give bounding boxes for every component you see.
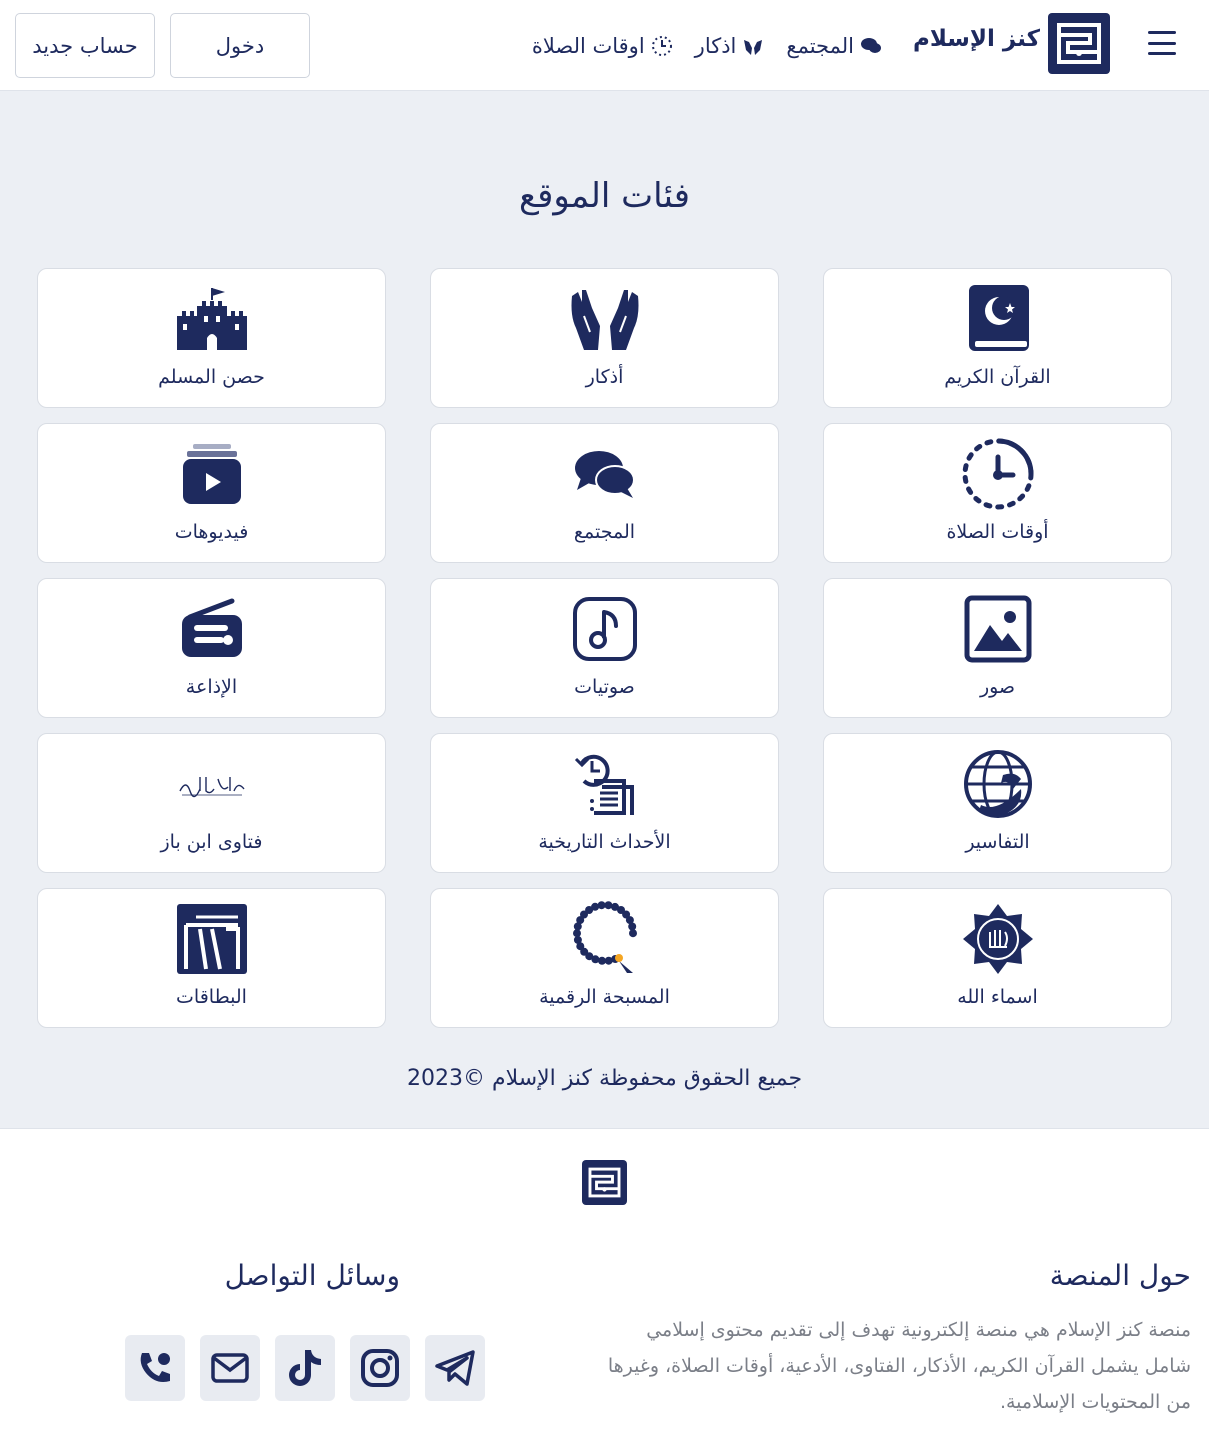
bead (590, 955, 599, 964)
category-card-radio[interactable]: الإذاعة (37, 578, 386, 718)
register-button[interactable]: حساب جديد (15, 13, 155, 78)
category-label: الأحداث التاريخية (538, 831, 671, 853)
nav-prayer-times-label: اوقات الصلاة (531, 34, 645, 58)
telegram-link[interactable] (425, 1335, 485, 1401)
site-logo-text[interactable]: كنز الإسلام (880, 26, 1040, 52)
nav-adhkar-label: اذكار (694, 34, 737, 58)
category-card-prayer-times[interactable]: أوقات الصلاة (823, 423, 1172, 563)
music-note-icon (567, 591, 643, 667)
category-label: حصن المسلم (158, 366, 265, 388)
hamburger-menu-icon[interactable] (1146, 28, 1178, 58)
phone-link[interactable] (125, 1335, 185, 1401)
category-card-allah-names[interactable]: اسماء الله (823, 888, 1172, 1028)
video-library-icon (174, 436, 250, 512)
history-list-icon (567, 746, 643, 822)
nav-community-label: المجتمع (786, 34, 854, 58)
category-label: اسماء الله (957, 986, 1038, 1008)
prayer-clock-icon (960, 436, 1036, 512)
category-label: صور (979, 676, 1016, 698)
category-label: البطاقات (176, 986, 247, 1008)
section-title: فئات الموقع (518, 176, 691, 216)
category-card-tasbeeh[interactable]: المسبحة الرقمية (430, 888, 779, 1028)
email-icon (211, 1353, 249, 1383)
top-navbar: كنز الإسلام المجتمع اذكار اوقات الصلاة د… (0, 0, 1209, 91)
category-card-images[interactable]: صور (823, 578, 1172, 718)
category-card-hisn[interactable]: حصن المسلم (37, 268, 386, 408)
tiktok-link[interactable] (275, 1335, 335, 1401)
telegram-icon (435, 1350, 475, 1386)
cards-icon (174, 901, 250, 977)
bead (573, 922, 582, 931)
instagram-icon (361, 1349, 399, 1387)
ibn-baz-calligraphy-icon (174, 746, 250, 822)
instagram-link[interactable] (350, 1335, 410, 1401)
praying-hands-icon (744, 40, 763, 55)
about-title: حول المنصة (1049, 1259, 1191, 1292)
nav-community[interactable]: المجتمع (786, 34, 882, 58)
email-link[interactable] (200, 1335, 260, 1401)
category-label: فتاوى ابن باز (160, 831, 263, 853)
category-label: صوتيات (574, 676, 635, 698)
chat-icon (861, 38, 881, 53)
image-icon (960, 591, 1036, 667)
clock-icon (651, 36, 672, 56)
bead (603, 901, 612, 910)
category-label: التفاسير (965, 831, 1030, 853)
category-label: الإذاعة (185, 676, 238, 698)
category-card-community[interactable]: المجتمع (430, 423, 779, 563)
login-button[interactable]: دخول (170, 13, 310, 78)
category-card-tafsir[interactable]: التفاسير (823, 733, 1172, 873)
footer-logo-icon[interactable] (582, 1160, 627, 1205)
category-card-videos[interactable]: فيديوهات (37, 423, 386, 563)
quran-book-icon (960, 281, 1036, 357)
nav-adhkar[interactable]: اذكار (695, 34, 765, 58)
main-nav: المجتمع اذكار اوقات الصلاة (470, 30, 882, 62)
bead (572, 929, 581, 938)
category-label: القرآن الكريم (944, 366, 1051, 388)
category-card-cards[interactable]: البطاقات (37, 888, 386, 1028)
social-title: وسائل التواصل (224, 1259, 400, 1292)
category-label: أذكار (585, 366, 624, 388)
social-links (125, 1335, 485, 1401)
phone-icon (140, 1353, 170, 1382)
category-card-audio[interactable]: صوتيات (430, 578, 779, 718)
castle-icon (174, 281, 250, 357)
category-card-adhkar[interactable]: أذكار (430, 268, 779, 408)
footer: حول المنصة منصة كنز الإسلام هي منصة إلكت… (0, 1128, 1209, 1446)
about-text: منصة كنز الإسلام هي منصة إلكترونية تهدف … (607, 1319, 1191, 1413)
tiktok-icon (289, 1350, 321, 1386)
category-label: أوقات الصلاة (946, 521, 1049, 543)
category-card-quran[interactable]: القرآن الكريم (823, 268, 1172, 408)
allah-names-star-icon (960, 901, 1036, 977)
category-label: فيديوهات (174, 521, 249, 543)
copyright-text: جميع الحقوق محفوظة كنز الإسلام ©2023 (406, 1066, 803, 1091)
prayer-beads-icon (567, 901, 643, 977)
site-logo-icon[interactable] (1048, 13, 1110, 74)
chat-bubbles-icon (567, 436, 643, 512)
tafsir-globe-icon (960, 746, 1036, 822)
praying-hands-icon (567, 281, 643, 357)
category-card-history[interactable]: الأحداث التاريخية (430, 733, 779, 873)
radio-icon (174, 591, 250, 667)
category-label: المسبحة الرقمية (539, 986, 670, 1008)
category-label: المجتمع (573, 521, 636, 543)
category-card-fatawa[interactable]: فتاوى ابن باز (37, 733, 386, 873)
nav-prayer-times[interactable]: اوقات الصلاة (532, 34, 673, 58)
